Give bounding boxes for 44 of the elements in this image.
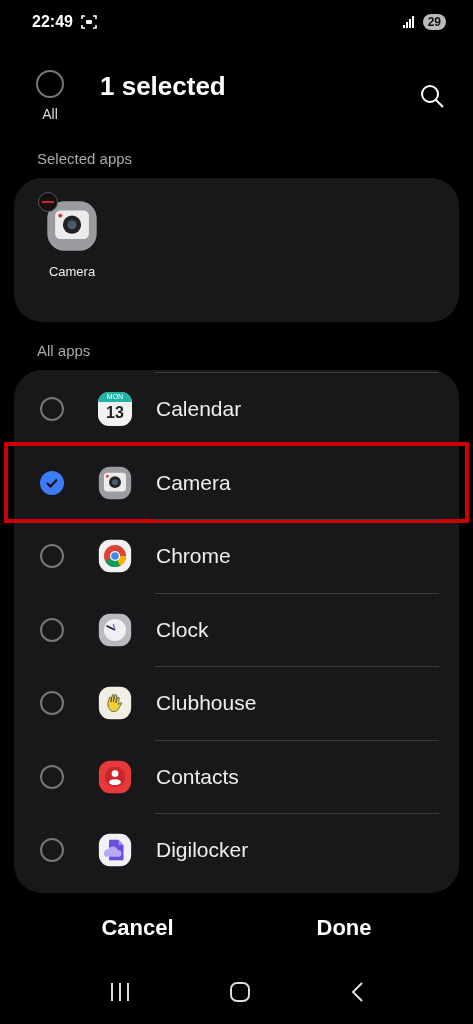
battery-indicator: 29 xyxy=(422,14,446,30)
app-checkbox[interactable] xyxy=(40,470,64,495)
app-checkbox[interactable] xyxy=(40,397,64,422)
app-row[interactable]: Digilocker xyxy=(14,813,459,887)
chrome-icon xyxy=(98,539,132,574)
app-name: Clock xyxy=(156,617,209,642)
app-name: Clubhouse xyxy=(156,691,257,716)
app-row[interactable]: Chrome xyxy=(14,519,459,593)
home-icon[interactable] xyxy=(229,981,252,1003)
clock-icon xyxy=(98,612,132,647)
app-checkbox[interactable] xyxy=(40,838,64,863)
cloud-document-icon xyxy=(98,833,132,868)
camera-icon xyxy=(98,465,132,500)
app-name: Camera xyxy=(48,264,96,279)
select-all-checkbox[interactable] xyxy=(36,70,64,98)
app-name: Camera xyxy=(156,470,231,495)
app-checkbox[interactable] xyxy=(40,544,64,569)
section-label: All apps xyxy=(36,342,92,361)
app-name: Contacts xyxy=(156,764,239,789)
search-icon[interactable] xyxy=(419,83,445,109)
screen-title: 1 selected xyxy=(100,70,226,102)
app-checkbox[interactable] xyxy=(40,691,64,716)
app-name: Calendar xyxy=(156,397,242,422)
status-time: 22:49 xyxy=(32,13,73,31)
app-row[interactable]: Clock xyxy=(14,592,459,666)
camera-icon[interactable] xyxy=(46,200,98,252)
remove-icon[interactable] xyxy=(38,192,58,212)
app-row[interactable]: Contacts xyxy=(14,739,459,813)
app-checkbox[interactable] xyxy=(40,764,64,789)
app-name: Chrome xyxy=(156,544,231,569)
app-checkbox[interactable] xyxy=(40,617,64,642)
screenshot-icon xyxy=(80,15,97,29)
cancel-button[interactable]: Cancel xyxy=(81,909,194,947)
back-icon[interactable] xyxy=(349,981,364,1003)
all-label: All xyxy=(42,106,58,122)
contact-person-icon xyxy=(98,759,132,794)
app-name: Digilocker xyxy=(156,838,249,863)
recent-apps-icon[interactable] xyxy=(109,982,132,1002)
section-label: Selected apps xyxy=(36,150,134,169)
done-button[interactable]: Done xyxy=(296,909,392,947)
waving-hand-icon xyxy=(98,686,132,721)
signal-icon xyxy=(402,16,415,28)
app-row[interactable]: Camera xyxy=(8,445,465,519)
app-row[interactable]: Clubhouse xyxy=(14,666,459,740)
